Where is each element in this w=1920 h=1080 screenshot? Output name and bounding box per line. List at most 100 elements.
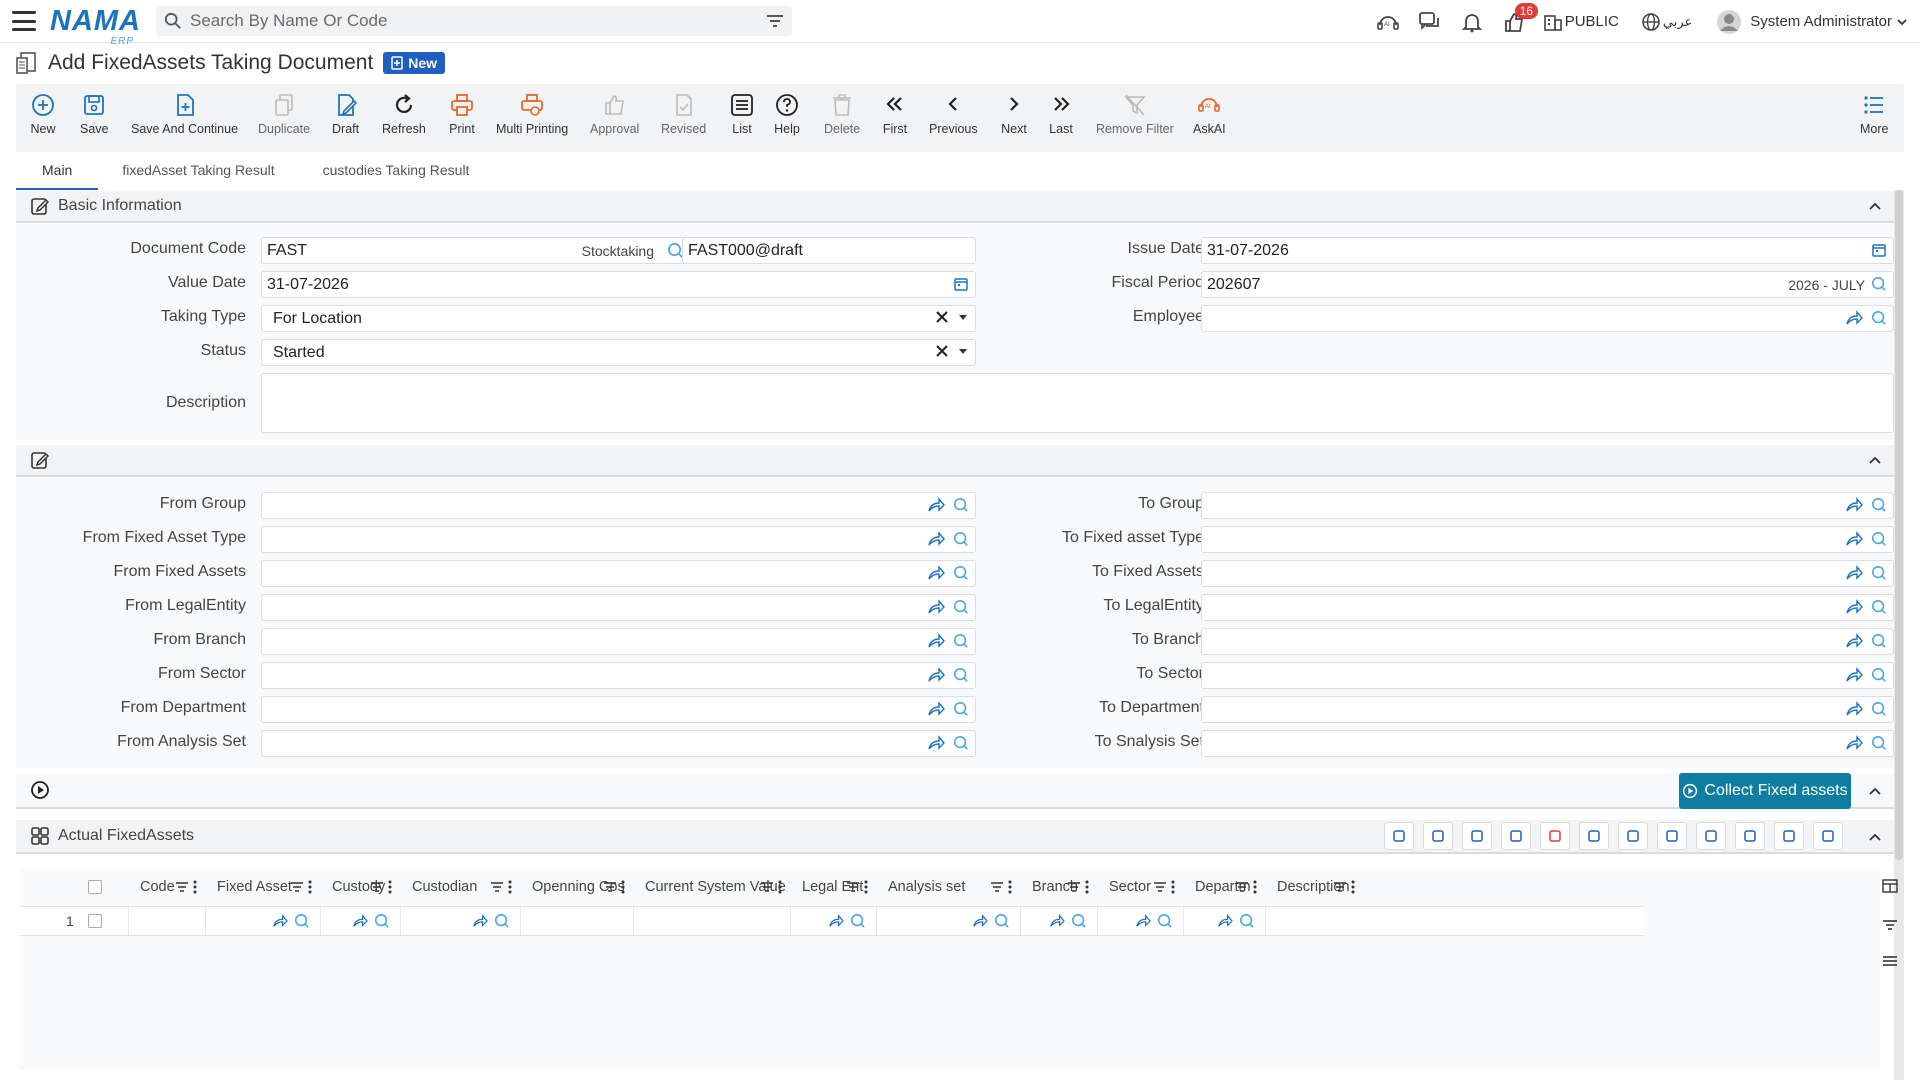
- share-icon[interactable]: [1845, 599, 1863, 615]
- save-and-continue-button[interactable]: Save And Continue: [131, 92, 238, 136]
- search-icon[interactable]: [953, 735, 969, 751]
- to-sector-field[interactable]: [1201, 662, 1894, 689]
- search-icon[interactable]: [953, 633, 969, 649]
- move-button[interactable]: [1735, 822, 1765, 850]
- columns-icon[interactable]: [1882, 878, 1898, 894]
- column-filter-icon[interactable]: [175, 881, 189, 893]
- table-cell[interactable]: [320, 907, 400, 935]
- from-group-field[interactable]: [261, 492, 976, 519]
- chevron-up-icon[interactable]: [1868, 453, 1882, 467]
- clear-icon[interactable]: [935, 344, 949, 358]
- share-icon[interactable]: [1845, 531, 1863, 547]
- search-grid-button[interactable]: [1384, 822, 1414, 850]
- search-icon[interactable]: [1871, 735, 1887, 751]
- app-logo[interactable]: NAMA ERP: [50, 5, 140, 47]
- table-cell[interactable]: [1020, 907, 1097, 935]
- save-button[interactable]: Save: [80, 92, 109, 136]
- search-icon[interactable]: [374, 913, 390, 929]
- tab-main[interactable]: Main: [16, 156, 99, 190]
- share-icon[interactable]: [1845, 310, 1863, 326]
- table-row[interactable]: 1: [20, 906, 1644, 936]
- share-icon[interactable]: [972, 914, 988, 928]
- column-filter-icon[interactable]: [1153, 881, 1167, 893]
- to-type-field[interactable]: [1201, 526, 1894, 553]
- menu-icon[interactable]: [12, 11, 36, 31]
- to-assets-field[interactable]: [1201, 560, 1894, 587]
- to-analysis-field[interactable]: [1201, 730, 1894, 757]
- select-all-checkbox[interactable]: [88, 880, 102, 894]
- bell-icon[interactable]: [1451, 0, 1493, 43]
- column-header[interactable]: Code: [140, 879, 175, 895]
- clear-icon[interactable]: [935, 310, 949, 324]
- table-cell[interactable]: [128, 907, 205, 935]
- employee-field[interactable]: [1201, 305, 1894, 332]
- table-cell[interactable]: [1183, 907, 1265, 935]
- share-icon[interactable]: [927, 735, 945, 751]
- share-icon[interactable]: [1845, 633, 1863, 649]
- to-department-field[interactable]: [1201, 696, 1894, 723]
- search-icon[interactable]: [994, 913, 1010, 929]
- taking-type-select[interactable]: For Location: [261, 305, 976, 332]
- delete-button[interactable]: Delete: [824, 92, 860, 136]
- share-icon[interactable]: [1845, 667, 1863, 683]
- share-icon[interactable]: [272, 914, 288, 928]
- actual-fixed-assets-header[interactable]: Actual FixedAssets: [16, 820, 1894, 854]
- column-menu-icon[interactable]: [1253, 880, 1257, 894]
- chevron-up-icon[interactable]: [1868, 199, 1882, 213]
- search-icon[interactable]: [1871, 633, 1887, 649]
- column-header[interactable]: Analysis set: [888, 879, 965, 895]
- search-icon[interactable]: [294, 913, 310, 929]
- share-icon[interactable]: [352, 914, 368, 928]
- column-filter-icon[interactable]: [1235, 881, 1249, 893]
- value-date-field[interactable]: 31-07-2026: [261, 271, 976, 298]
- to-branch-field[interactable]: [1201, 628, 1894, 655]
- to-legal-field[interactable]: [1201, 594, 1894, 621]
- filter-section-header[interactable]: [16, 445, 1894, 477]
- search-icon[interactable]: [953, 531, 969, 547]
- document-code-field[interactable]: FAST Stocktaking: [261, 237, 691, 264]
- table-cell[interactable]: [1097, 907, 1183, 935]
- search-icon[interactable]: [1871, 667, 1887, 683]
- column-filter-icon[interactable]: [290, 881, 304, 893]
- column-menu-icon[interactable]: [621, 880, 625, 894]
- share-icon[interactable]: [1135, 914, 1151, 928]
- from-branch-field[interactable]: [261, 628, 976, 655]
- next-button[interactable]: Next: [1001, 92, 1027, 136]
- revised-button[interactable]: Revised: [661, 92, 706, 136]
- share-icon[interactable]: [1217, 914, 1233, 928]
- search-icon[interactable]: [494, 913, 510, 929]
- row-checkbox[interactable]: [88, 914, 102, 928]
- first-button[interactable]: First: [882, 92, 908, 136]
- search-icon[interactable]: [1871, 599, 1887, 615]
- new-button[interactable]: New: [30, 92, 56, 136]
- resize-button[interactable]: [1657, 822, 1687, 850]
- share-icon[interactable]: [1049, 914, 1065, 928]
- caret-down-icon[interactable]: [957, 311, 969, 323]
- to-group-field[interactable]: [1201, 492, 1894, 519]
- search-icon[interactable]: [1071, 913, 1087, 929]
- search-icon[interactable]: [1871, 701, 1887, 717]
- share-icon[interactable]: [1845, 735, 1863, 751]
- table-button[interactable]: [1618, 822, 1648, 850]
- search-icon[interactable]: [1239, 913, 1255, 929]
- basic-information-header[interactable]: Basic Information: [16, 191, 1894, 223]
- column-filter-icon[interactable]: [490, 881, 504, 893]
- from-legal-field[interactable]: [261, 594, 976, 621]
- column-menu-icon[interactable]: [1085, 880, 1089, 894]
- from-department-field[interactable]: [261, 696, 976, 723]
- share-icon[interactable]: [828, 914, 844, 928]
- refresh-button[interactable]: Refresh: [382, 92, 426, 136]
- column-menu-icon[interactable]: [1351, 880, 1355, 894]
- table-cell[interactable]: [400, 907, 520, 935]
- column-filter-icon[interactable]: [760, 881, 774, 893]
- language-selector[interactable]: عربي: [1627, 0, 1706, 43]
- column-menu-icon[interactable]: [308, 880, 312, 894]
- caret-down-icon[interactable]: [957, 345, 969, 357]
- askai-button[interactable]: AI AskAI: [1193, 92, 1226, 136]
- search-icon[interactable]: [850, 913, 866, 929]
- copy-button[interactable]: [1462, 822, 1492, 850]
- share-icon[interactable]: [927, 531, 945, 547]
- search-icon[interactable]: [953, 667, 969, 683]
- share-icon[interactable]: [1845, 497, 1863, 513]
- from-analysis-field[interactable]: [261, 730, 976, 757]
